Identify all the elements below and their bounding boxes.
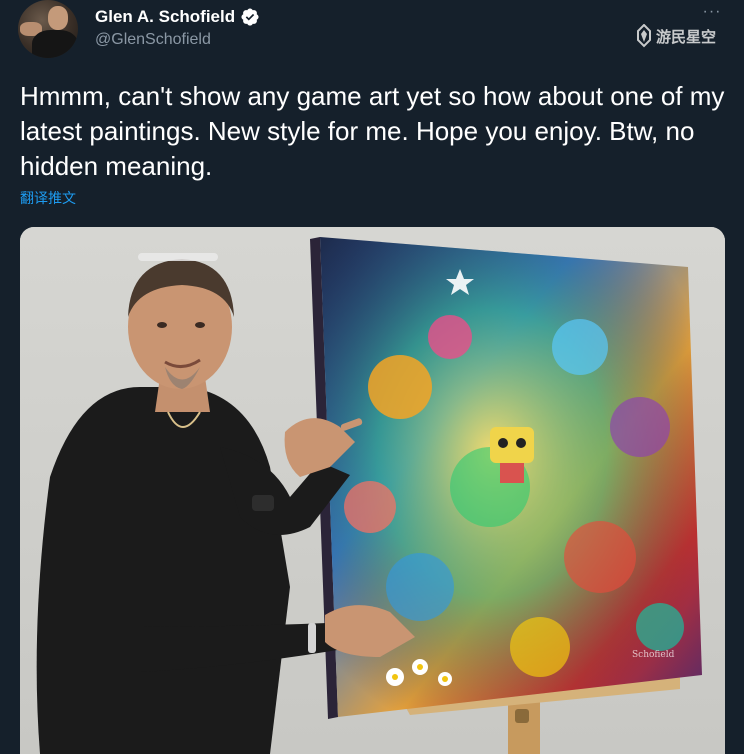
author-display-name[interactable]: Glen A. Schofield [95,7,235,27]
verified-badge-icon [241,8,259,26]
avatar-shoulder [32,30,78,58]
translate-tweet-link[interactable]: 翻译推文 [20,188,76,208]
watermark: 游民星空 [635,24,716,48]
author-name-row: Glen A. Schofield [95,6,260,28]
author-handle[interactable]: @GlenSchofield [95,31,211,49]
more-options-button[interactable]: ··· [700,2,724,22]
tweet-text: Hmmm, can't show any game art yet so how… [20,81,725,181]
painting-signature: Schofield [632,650,675,660]
tweet-photo[interactable]: Schofield [20,227,725,754]
avatar[interactable] [18,0,78,58]
gamersky-logo-icon [637,24,651,48]
watermark-text: 游民星空 [656,27,717,46]
photo-artwork: Schofield [20,227,725,754]
avatar-head [48,6,68,30]
